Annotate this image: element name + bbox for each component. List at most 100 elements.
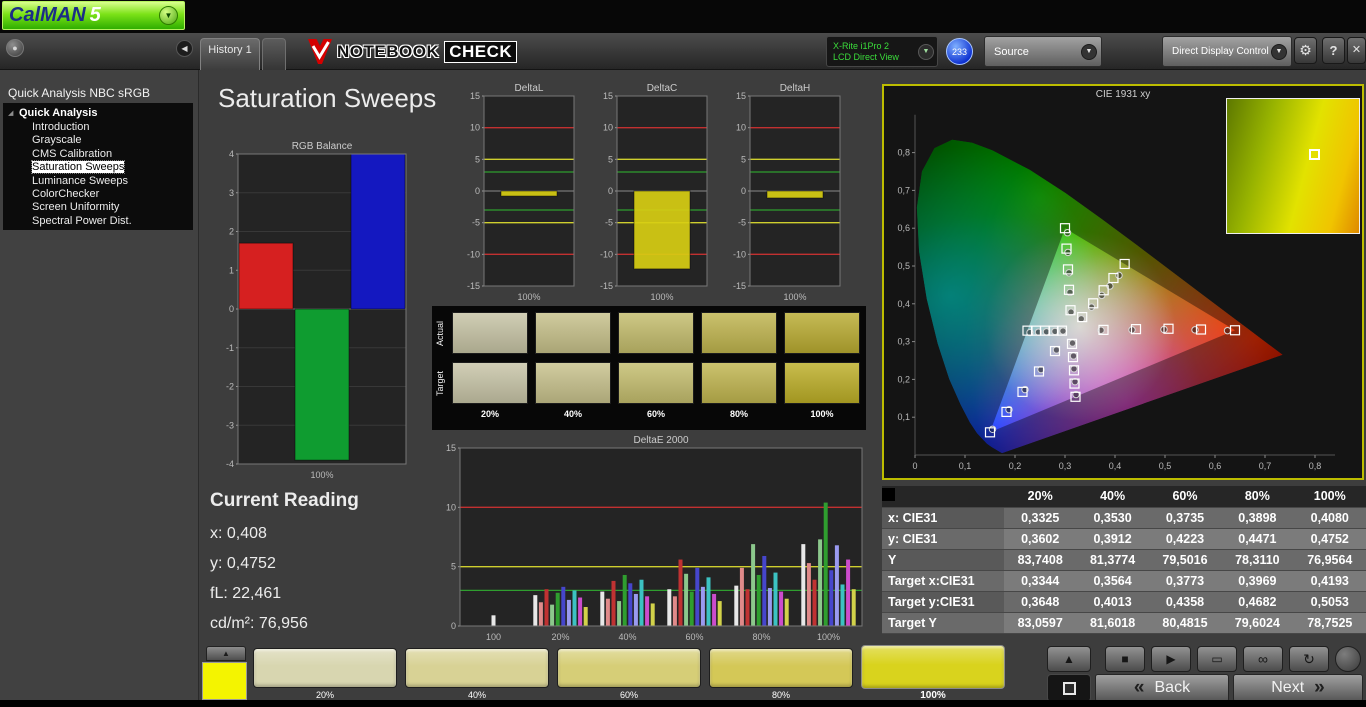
delta-l-chart: 15 10 5 0 -5 -10 -15 DeltaL 100% <box>456 80 578 309</box>
table-cell: 0,3773 <box>1148 570 1222 592</box>
actual-swatch-80% <box>701 312 777 354</box>
saturation-swatch-panel: Actual Target 20% 40% 60% 80% 100% <box>432 306 866 430</box>
sidebar-item-grayscale[interactable]: Grayscale <box>3 134 193 147</box>
pattern-swatch-20%[interactable] <box>253 648 397 688</box>
pattern-swatch-80%[interactable] <box>709 648 853 688</box>
transport-up-button[interactable]: ▲ <box>1047 646 1091 672</box>
svg-text:10: 10 <box>446 502 456 512</box>
svg-text:0,1: 0,1 <box>959 461 972 471</box>
tab-history-1[interactable]: History 1 <box>200 38 260 70</box>
svg-text:0,8: 0,8 <box>1309 461 1322 471</box>
pattern-swatch-40%[interactable] <box>405 648 549 688</box>
table-cell: 78,3110 <box>1221 549 1294 571</box>
svg-text:DeltaC: DeltaC <box>647 83 678 94</box>
svg-text:DeltaE 2000: DeltaE 2000 <box>633 435 688 446</box>
pattern-window-button[interactable]: ▭ <box>1197 646 1237 672</box>
svg-text:20%: 20% <box>551 632 569 642</box>
gear-icon: ⚙ <box>1299 42 1312 58</box>
sidebar-item-colorchecker[interactable]: ColorChecker <box>3 188 193 201</box>
settings-button[interactable]: ⚙ <box>1294 37 1317 64</box>
table-cell: 0,5053 <box>1293 591 1366 613</box>
table-cell: 0,4471 <box>1221 528 1294 550</box>
next-button[interactable]: Next » <box>1233 674 1363 702</box>
meter-dropdown[interactable]: X-Rite i1Pro 2 LCD Direct View ▼ <box>826 36 938 67</box>
current-reading-panel: Current Reading x: 0,408 y: 0,4752 fL: 2… <box>210 490 359 645</box>
table-col-header: 100% <box>1293 486 1366 508</box>
logo-menu-button[interactable]: ▼ <box>159 6 178 25</box>
actual-swatch-20% <box>452 312 528 354</box>
sidebar-item-luminance-sweeps[interactable]: Luminance Sweeps <box>3 175 193 188</box>
table-cell: 0,3735 <box>1148 507 1222 529</box>
pattern-swatch-60%[interactable] <box>557 648 701 688</box>
sidebar-item-root[interactable]: ◢ Quick Analysis <box>3 106 193 121</box>
svg-text:-3: -3 <box>226 420 234 430</box>
back-button[interactable]: « Back <box>1095 674 1229 702</box>
link-button[interactable]: ∞ <box>1243 646 1283 672</box>
row-label: Target y:CIE31 <box>882 591 1004 613</box>
tab-new[interactable] <box>262 38 286 70</box>
table-cell: 80,4815 <box>1148 612 1222 634</box>
svg-text:0: 0 <box>912 461 917 471</box>
pattern-up-button[interactable]: ▲ <box>206 646 246 661</box>
svg-text:RGB Balance: RGB Balance <box>292 141 353 152</box>
svg-text:0: 0 <box>229 304 234 314</box>
display-control-dropdown[interactable]: Direct Display Control ▼ <box>1162 36 1292 67</box>
measurement-table: 20% 40% 60% 80% 100% x: CIE31 0,3325 0,3530 0,37… <box>882 486 1366 634</box>
loop-button[interactable]: ↻ <box>1289 646 1329 672</box>
swatch-col-label: 40% <box>563 409 582 419</box>
swatch-col-label: 60% <box>646 409 665 419</box>
stop-button[interactable]: ■ <box>1105 646 1145 672</box>
svg-text:0: 0 <box>608 186 613 196</box>
svg-text:5: 5 <box>475 154 480 164</box>
sidebar-item-screen-uniformity[interactable]: Screen Uniformity <box>3 201 193 214</box>
chevron-left-icon: ◀ <box>181 44 188 53</box>
target-swatch-20% <box>452 362 528 404</box>
sidebar-item-cms-calibration[interactable]: CMS Calibration <box>3 148 193 161</box>
source-label: Source <box>994 45 1029 58</box>
chevron-down-icon[interactable]: ▼ <box>1271 44 1287 60</box>
logo-name: CalMAN <box>9 4 86 26</box>
svg-text:4: 4 <box>229 149 234 159</box>
svg-text:-15: -15 <box>600 281 613 291</box>
table-cell: 0,4682 <box>1221 591 1294 613</box>
chevron-down-icon[interactable]: ▼ <box>1081 44 1097 60</box>
svg-text:0,7: 0,7 <box>897 185 910 195</box>
pattern-swatch-100%[interactable] <box>861 645 1005 689</box>
svg-text:0: 0 <box>475 186 480 196</box>
play-button[interactable]: ▶ <box>1151 646 1191 672</box>
notebookcheck-v-icon <box>308 39 332 64</box>
source-dropdown[interactable]: Source ▼ <box>984 36 1102 67</box>
svg-text:0,2: 0,2 <box>1009 461 1022 471</box>
table-cell: 0,3648 <box>1004 591 1077 613</box>
svg-text:10: 10 <box>736 123 746 133</box>
table-col-header: 60% <box>1148 486 1222 508</box>
next-label: Next <box>1271 679 1305 696</box>
sidebar-collapse-button[interactable]: ◀ <box>176 40 193 57</box>
svg-text:-10: -10 <box>467 249 480 259</box>
svg-text:-5: -5 <box>472 218 480 228</box>
back-chevron-icon: « <box>1133 677 1145 698</box>
table-cell: 83,7408 <box>1004 549 1077 571</box>
svg-text:2: 2 <box>229 227 234 237</box>
help-button[interactable]: ? <box>1322 37 1345 64</box>
sidebar-options-button[interactable]: ● <box>6 39 24 57</box>
svg-text:40%: 40% <box>618 632 636 642</box>
svg-text:100%: 100% <box>310 470 333 480</box>
close-button[interactable]: ✕ <box>1347 37 1366 64</box>
table-col-header: 40% <box>1076 486 1149 508</box>
stop-measurement-button[interactable] <box>1047 674 1091 702</box>
cie-zoom-inset <box>1226 98 1360 234</box>
sidebar-item-introduction[interactable]: Introduction <box>3 121 193 134</box>
target-marker-icon <box>1308 148 1320 160</box>
svg-text:60%: 60% <box>685 632 703 642</box>
sidebar-item-spectral-power-dist-[interactable]: Spectral Power Dist. <box>3 215 193 228</box>
delta-h-chart: 15 10 5 0 -5 -10 -15 DeltaH 100% <box>722 80 844 309</box>
target-swatch-80% <box>701 362 777 404</box>
pattern-swatch-label: 40% <box>467 690 486 700</box>
pattern-swatch-label: 60% <box>619 690 638 700</box>
chevron-down-icon[interactable]: ▼ <box>918 44 934 60</box>
expander-icon[interactable]: ◢ <box>8 109 13 117</box>
svg-text:-10: -10 <box>600 249 613 259</box>
sidebar-item-saturation-sweeps[interactable]: Saturation Sweeps <box>3 160 193 175</box>
table-col-header: 80% <box>1221 486 1294 508</box>
